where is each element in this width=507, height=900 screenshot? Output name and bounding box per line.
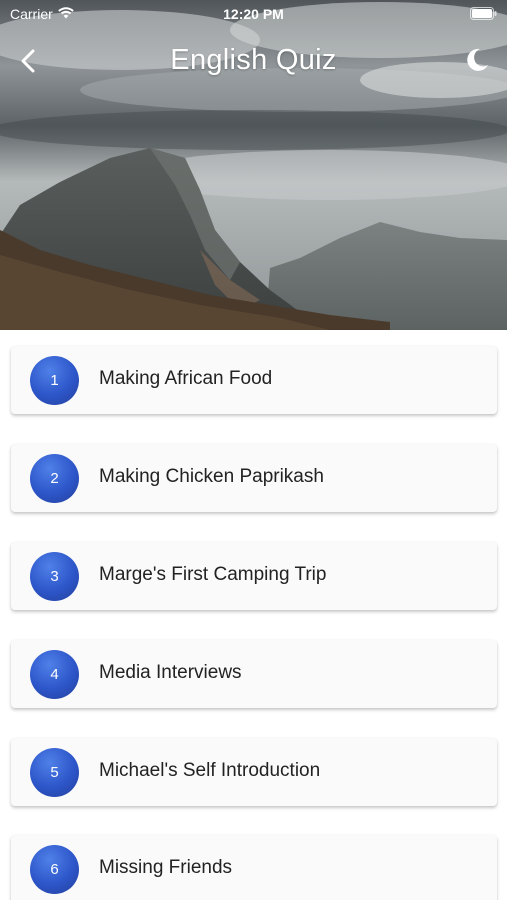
quiz-number-badge: 4 bbox=[30, 650, 79, 699]
quiz-list-item[interactable]: 1 Making African Food bbox=[11, 346, 497, 414]
quiz-number-badge: 6 bbox=[30, 845, 79, 894]
quiz-list-item[interactable]: 5 Michael's Self Introduction bbox=[11, 738, 497, 806]
quiz-list-item[interactable]: 3 Marge's First Camping Trip bbox=[11, 542, 497, 610]
quiz-list-item[interactable]: 2 Making Chicken Paprikash bbox=[11, 444, 497, 512]
quiz-number-badge: 1 bbox=[30, 356, 79, 405]
quiz-title: Media Interviews bbox=[99, 662, 242, 683]
quiz-number-badge: 2 bbox=[30, 454, 79, 503]
quiz-title: Making Chicken Paprikash bbox=[99, 466, 324, 487]
quiz-title: Michael's Self Introduction bbox=[99, 760, 321, 781]
quiz-title: Marge's First Camping Trip bbox=[99, 564, 327, 585]
page-title: English Quiz bbox=[170, 44, 337, 76]
status-time: 12:20 PM bbox=[223, 6, 284, 22]
quiz-number-badge: 5 bbox=[30, 748, 79, 797]
quiz-list-item[interactable]: 6 Missing Friends bbox=[11, 835, 497, 900]
quiz-title: Missing Friends bbox=[99, 857, 233, 878]
moon-icon bbox=[467, 48, 488, 71]
quiz-title: Making African Food bbox=[99, 368, 273, 389]
status-bar: Carrier 12:20 PM bbox=[0, 0, 507, 28]
quiz-number-badge: 3 bbox=[30, 552, 79, 601]
navigation-bar: English Quiz bbox=[0, 38, 507, 84]
quiz-list-item[interactable]: 4 Media Interviews bbox=[11, 640, 497, 708]
dark-mode-toggle-button[interactable] bbox=[463, 46, 491, 74]
battery-icon bbox=[470, 7, 497, 23]
